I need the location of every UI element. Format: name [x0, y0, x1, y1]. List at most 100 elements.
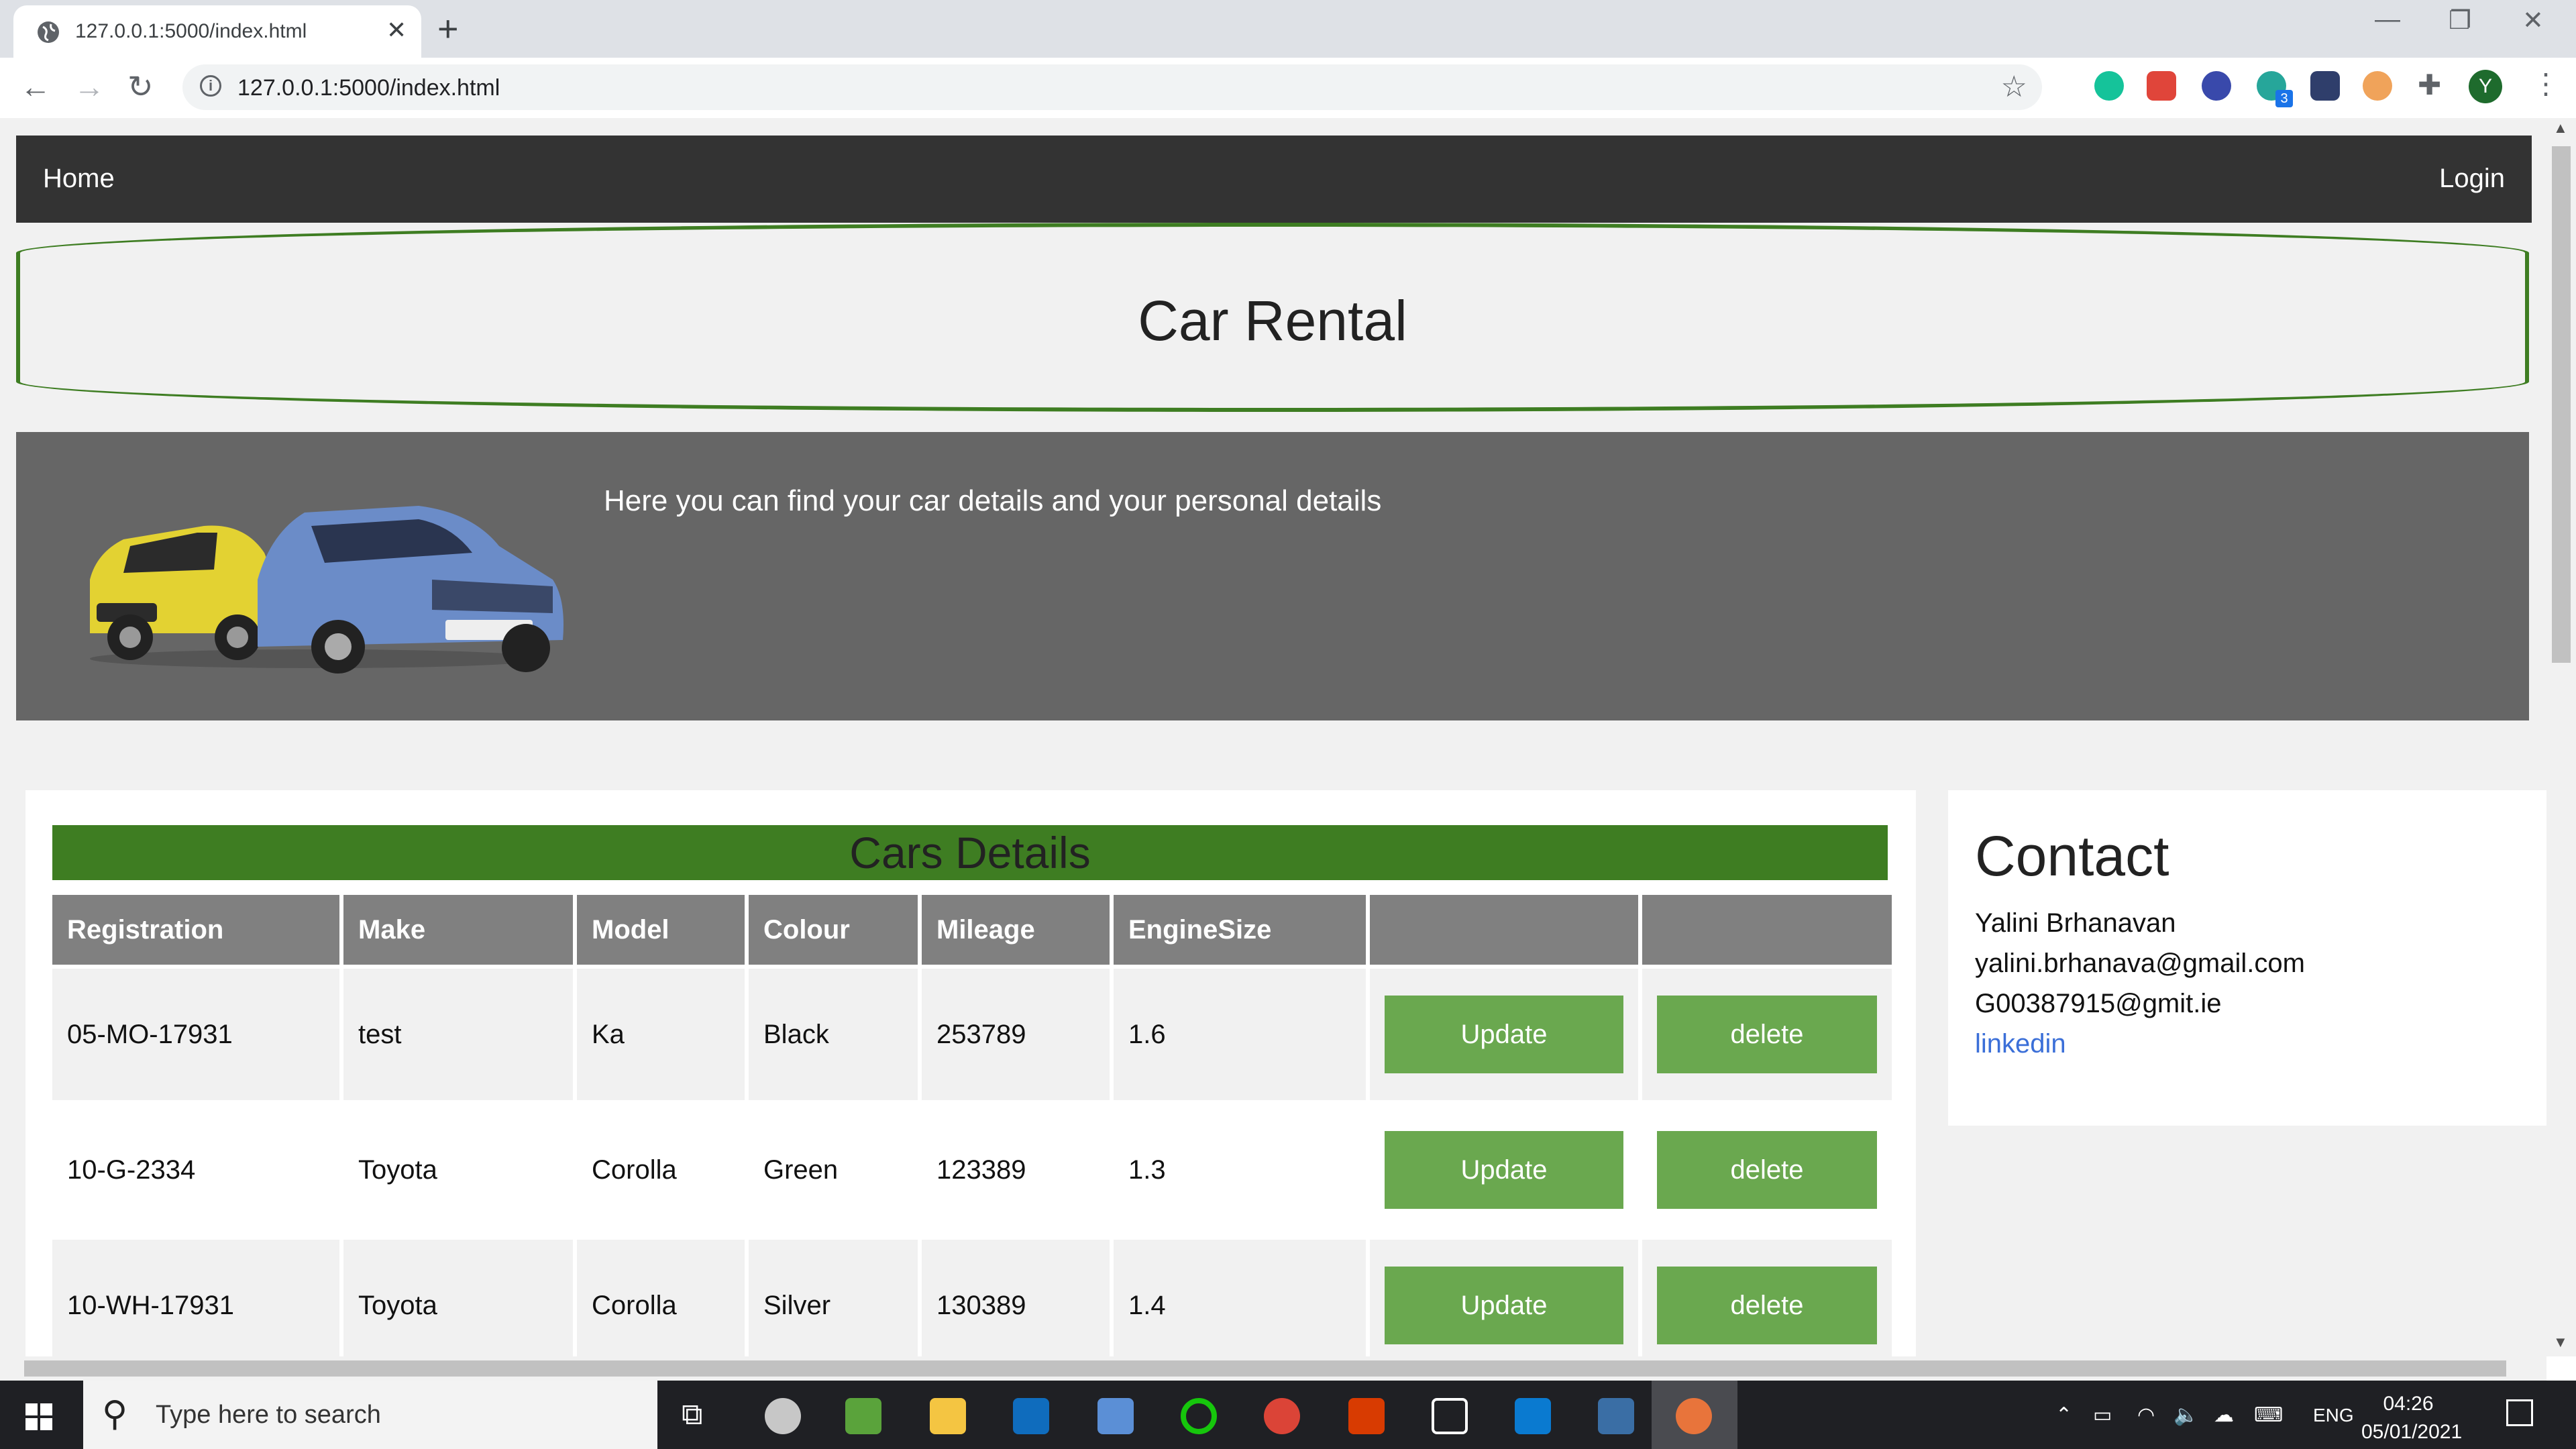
taskbar-search[interactable]: ⚲ Type here to search — [83, 1381, 657, 1449]
banner-text: Here you can find your car details and y… — [604, 484, 1382, 517]
cell-registration: 05-MO-17931 — [52, 969, 339, 1100]
tab-title: 127.0.0.1:5000/index.html — [75, 20, 307, 42]
notification-center-icon[interactable] — [2506, 1399, 2533, 1426]
hero-banner: Here you can find your car details and y… — [16, 432, 2529, 720]
battery-icon[interactable]: ▭ — [2093, 1403, 2112, 1427]
cell-registration: 10-G-2334 — [52, 1104, 339, 1236]
address-bar[interactable]: i 127.0.0.1:5000/index.html ☆ — [182, 64, 2042, 110]
delete-button[interactable]: delete — [1657, 1131, 1877, 1209]
office-icon[interactable] — [1348, 1398, 1385, 1434]
windows-start-icon[interactable] — [25, 1403, 52, 1430]
cell-update: Update — [1370, 1104, 1638, 1236]
delete-button[interactable]: delete — [1657, 996, 1877, 1073]
search-placeholder: Type here to search — [156, 1401, 381, 1429]
site-info-icon[interactable]: i — [200, 75, 221, 97]
col-registration: Registration — [52, 895, 339, 965]
clock-date: 05/01/2021 — [2361, 1421, 2463, 1443]
extension-d-icon[interactable] — [2202, 71, 2231, 101]
onedrive-error-icon[interactable]: ☁ — [2214, 1403, 2234, 1427]
clock-time: 04:26 — [2383, 1393, 2434, 1415]
scroll-down-arrow-icon[interactable]: ▼ — [2553, 1334, 2568, 1351]
file-explorer-icon[interactable] — [930, 1398, 966, 1434]
owl-extension-icon[interactable] — [2363, 71, 2392, 101]
scrollbar-thumb[interactable] — [2552, 146, 2571, 663]
keyboard-icon[interactable]: ⌨ — [2254, 1403, 2283, 1427]
col-model: Model — [577, 895, 745, 965]
url-text: 127.0.0.1:5000/index.html — [237, 75, 500, 101]
table-header-row: Registration Make Model Colour Mileage E… — [52, 895, 1892, 965]
active-taskbar-app[interactable] — [1652, 1381, 1737, 1449]
terminal-app-icon[interactable] — [1432, 1398, 1468, 1434]
minimize-button[interactable]: — — [2375, 5, 2400, 34]
vertical-scrollbar[interactable]: ▲ ▼ — [2546, 118, 2576, 1356]
loading-app-icon[interactable] — [1181, 1398, 1217, 1434]
cell-engine: 1.3 — [1114, 1104, 1366, 1236]
horizontal-scrollbar[interactable] — [0, 1356, 2546, 1381]
postman-icon — [1676, 1398, 1712, 1434]
col-mileage: Mileage — [922, 895, 1110, 965]
restore-button[interactable]: ❐ — [2449, 5, 2471, 36]
bookmark-star-icon[interactable]: ☆ — [2001, 70, 2027, 104]
chrome-icon[interactable] — [1264, 1398, 1300, 1434]
globe-icon — [38, 21, 59, 43]
back-arrow-icon[interactable]: ← — [20, 68, 51, 105]
cell-delete: delete — [1642, 1240, 1892, 1356]
notepad-plus-icon[interactable] — [845, 1398, 881, 1434]
grammarly-extension-icon[interactable] — [2094, 71, 2124, 101]
taskbar-clock[interactable]: 04:26 05/01/2021 — [2361, 1390, 2463, 1446]
update-button[interactable]: Update — [1385, 996, 1623, 1073]
close-tab-icon[interactable]: ✕ — [386, 16, 407, 44]
nav-login-link[interactable]: Login — [2439, 164, 2505, 194]
table-row: 10-G-2334 Toyota Corolla Green 123389 1.… — [52, 1104, 1892, 1236]
contact-email: yalini.brhanava@gmail.com — [1975, 949, 2305, 978]
cell-mileage: 130389 — [922, 1240, 1110, 1356]
col-delete-blank — [1642, 895, 1892, 965]
show-hidden-icons-chevron-icon[interactable]: ⌃ — [2055, 1403, 2072, 1427]
scroll-up-arrow-icon[interactable]: ▲ — [2553, 119, 2568, 137]
col-update-blank — [1370, 895, 1638, 965]
page-viewport: Home Login Car Rental Here you can find … — [0, 118, 2546, 1356]
linkedin-link[interactable]: linkedin — [1975, 1029, 2066, 1059]
vscode-icon[interactable] — [1515, 1398, 1551, 1434]
cell-delete: delete — [1642, 969, 1892, 1100]
table-row: 10-WH-17931 Toyota Corolla Silver 130389… — [52, 1240, 1892, 1356]
cars-table: Registration Make Model Colour Mileage E… — [48, 891, 1896, 1356]
task-view-icon[interactable]: ⧉ — [682, 1398, 702, 1432]
calendar-extension-icon[interactable] — [2310, 71, 2340, 101]
cell-model: Corolla — [577, 1104, 745, 1236]
nav-home-link[interactable]: Home — [43, 164, 115, 194]
new-tab-button[interactable]: + — [437, 8, 459, 50]
cell-colour: Black — [749, 969, 918, 1100]
mysql-workbench-icon[interactable] — [1598, 1398, 1634, 1434]
menu-dots-icon[interactable]: ⋮ — [2532, 67, 2560, 100]
update-button[interactable]: Update — [1385, 1267, 1623, 1344]
cell-model: Ka — [577, 969, 745, 1100]
snip-tool-icon[interactable] — [765, 1398, 801, 1434]
browser-tab[interactable]: 127.0.0.1:5000/index.html ✕ — [13, 5, 421, 58]
profile-avatar[interactable]: Y — [2469, 70, 2502, 103]
contact-name: Yalini Brhanavan — [1975, 908, 2176, 938]
volume-icon[interactable]: 🔈 — [2174, 1403, 2198, 1427]
col-enginesize: EngineSize — [1114, 895, 1366, 965]
contact-title: Contact — [1975, 824, 2169, 888]
outlook-icon[interactable] — [1013, 1398, 1049, 1434]
col-make: Make — [343, 895, 573, 965]
reload-icon[interactable]: ↻ — [127, 68, 154, 105]
browser-chrome: 127.0.0.1:5000/index.html ✕ + — ❐ ✕ ← → … — [0, 0, 2576, 119]
close-window-button[interactable]: ✕ — [2522, 5, 2544, 36]
remote-desktop-icon[interactable] — [1097, 1398, 1134, 1434]
cell-mileage: 123389 — [922, 1104, 1110, 1236]
table-row: 05-MO-17931 test Ka Black 253789 1.6 Upd… — [52, 969, 1892, 1100]
cell-delete: delete — [1642, 1104, 1892, 1236]
delete-button[interactable]: delete — [1657, 1267, 1877, 1344]
cell-update: Update — [1370, 1240, 1638, 1356]
forward-arrow-icon[interactable]: → — [74, 68, 105, 105]
extension-icon[interactable] — [2147, 71, 2176, 101]
language-indicator[interactable]: ENG — [2313, 1405, 2354, 1426]
wifi-icon[interactable]: ◠ — [2137, 1403, 2155, 1427]
browser-toolbar: ← → ↻ i 127.0.0.1:5000/index.html ☆ 3 ✚ … — [0, 58, 2576, 119]
horizontal-scrollbar-thumb[interactable] — [24, 1360, 2506, 1377]
puzzle-extensions-icon[interactable]: ✚ — [2418, 68, 2441, 101]
cell-engine: 1.6 — [1114, 969, 1366, 1100]
update-button[interactable]: Update — [1385, 1131, 1623, 1209]
